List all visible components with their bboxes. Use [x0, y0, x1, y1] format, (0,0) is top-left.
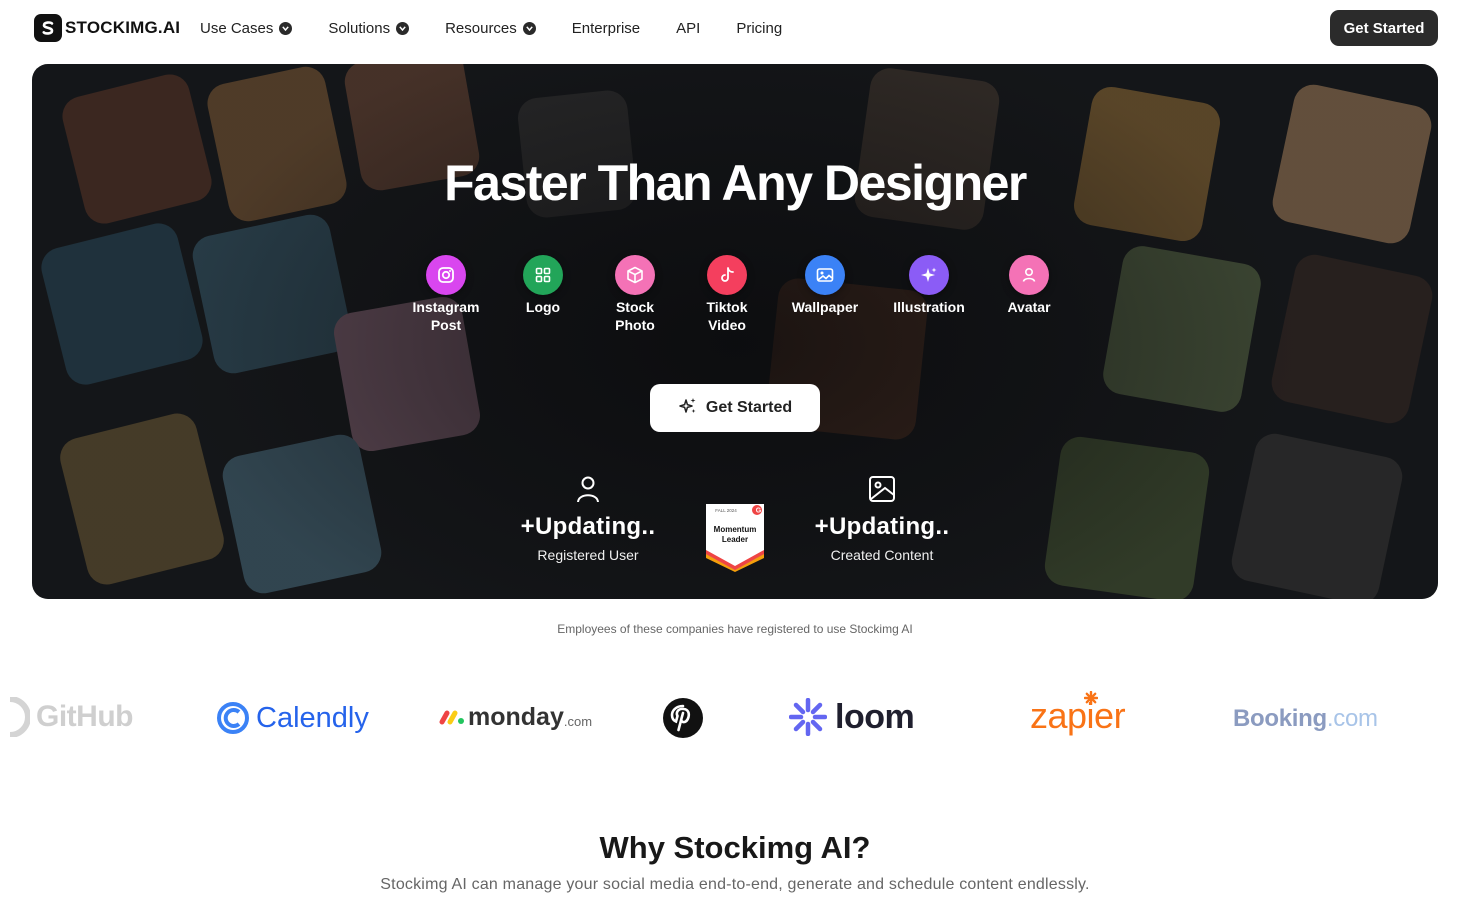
- box-icon: [615, 255, 655, 295]
- main-menu: Use Cases Solutions Resources Enterprise…: [200, 17, 818, 39]
- calendly-logo: Calendly: [216, 699, 369, 737]
- stat-label: Created Content: [830, 547, 934, 563]
- zapier-logo: zapier: [1030, 690, 1126, 740]
- menu-api[interactable]: API: [676, 20, 700, 37]
- category-avatar[interactable]: Avatar: [984, 255, 1074, 316]
- menu-label: Use Cases: [200, 19, 274, 37]
- pinterest-logo: [662, 697, 704, 744]
- menu-pricing[interactable]: Pricing: [736, 20, 782, 37]
- chevron-down-icon: [522, 21, 536, 35]
- monday-wordmark: monday: [468, 702, 564, 731]
- zapier-asterisk-icon: [1083, 690, 1099, 710]
- hero-get-started-button[interactable]: Get Started: [650, 384, 820, 432]
- category-logo[interactable]: Logo: [498, 255, 588, 316]
- category-label: Post: [430, 317, 462, 333]
- hero-cta-label: Get Started: [705, 399, 793, 416]
- stat-value: +Updating..: [520, 513, 656, 540]
- booking-domain: .com: [1326, 705, 1378, 732]
- category-label: Wallpaper: [791, 299, 859, 315]
- hero-section: Faster Than Any Designer Instagram Post …: [32, 64, 1438, 599]
- sparkles-icon: [678, 396, 698, 421]
- sparkle-icon: [909, 255, 949, 295]
- badge-line2: Leader: [722, 535, 748, 544]
- image-icon: [805, 255, 845, 295]
- chevron-down-icon: [279, 21, 293, 35]
- logo-text: STOCKIMG.AI: [65, 18, 181, 37]
- menu-label: Enterprise: [571, 19, 641, 37]
- menu-label: API: [676, 19, 701, 37]
- monday-domain: .com: [563, 713, 593, 729]
- category-instagram-post[interactable]: Instagram Post: [401, 255, 491, 334]
- github-logo: GitHub: [0, 697, 133, 737]
- hero-title: Faster Than Any Designer: [444, 155, 1027, 211]
- stat-label: Registered User: [537, 547, 639, 563]
- image-outline-icon: [867, 476, 897, 508]
- github-wordmark: GitHub: [36, 700, 133, 733]
- pinterest-icon: [662, 697, 704, 744]
- category-stock-photo[interactable]: Stock Photo: [590, 255, 680, 334]
- stat-value: +Updating..: [814, 513, 950, 540]
- grid-icon: [523, 255, 563, 295]
- category-label: Avatar: [1007, 299, 1051, 315]
- top-navigation: STOCKIMG.AI Use Cases Solutions Resource…: [0, 0, 1470, 56]
- badge-brand-letter: G: [756, 508, 762, 515]
- category-label: Tiktok: [706, 299, 748, 315]
- tiktok-icon: [707, 255, 747, 295]
- booking-wordmark: Booking: [1233, 705, 1327, 732]
- monday-logo: monday .com: [438, 702, 592, 732]
- category-label: Illustration: [893, 299, 965, 315]
- logo-s-icon: [34, 14, 62, 42]
- category-tiktok-video[interactable]: Tiktok Video: [682, 255, 772, 334]
- user-icon: [1009, 255, 1049, 295]
- stat-registered-users: +Updating.. Registered User: [498, 474, 678, 563]
- loom-logo: loom: [789, 697, 915, 737]
- menu-enterprise[interactable]: Enterprise: [572, 20, 640, 37]
- menu-use-cases[interactable]: Use Cases: [200, 19, 293, 37]
- stat-created-content: +Updating.. Created Content: [792, 474, 972, 563]
- chevron-down-icon: [396, 21, 410, 35]
- menu-label: Solutions: [328, 19, 391, 37]
- category-label: Photo: [615, 317, 655, 333]
- nav-get-started-button[interactable]: Get Started: [1330, 10, 1438, 46]
- category-illustration[interactable]: Illustration: [884, 255, 974, 316]
- menu-label: Resources: [445, 19, 517, 37]
- zapier-wordmark: zapier: [1030, 695, 1126, 736]
- why-section-title: Why Stockimg AI?: [599, 830, 871, 865]
- instagram-icon: [426, 255, 466, 295]
- menu-label: Pricing: [736, 19, 783, 37]
- badge-line1: Momentum: [714, 525, 757, 534]
- menu-resources[interactable]: Resources: [445, 20, 536, 37]
- category-label: Video: [708, 317, 746, 333]
- menu-solutions[interactable]: Solutions: [328, 19, 410, 37]
- category-label: Logo: [525, 299, 561, 315]
- category-label: Instagram: [412, 299, 480, 315]
- booking-logo: Booking .com: [1233, 704, 1378, 734]
- companies-caption: Employees of these companies have regist…: [557, 622, 913, 636]
- loom-wordmark: loom: [835, 697, 915, 736]
- why-section-subtitle: Stockimg AI can manage your social media…: [380, 876, 1090, 893]
- category-label: Stock: [615, 299, 655, 315]
- brand-logo[interactable]: STOCKIMG.AI: [34, 14, 180, 42]
- user-outline-icon: [575, 476, 601, 508]
- badge-season: FALL 2024: [715, 508, 737, 513]
- calendly-wordmark: Calendly: [256, 701, 369, 734]
- category-wallpaper[interactable]: Wallpaper: [780, 255, 870, 316]
- g2-momentum-leader-badge: G FALL 2024 Momentum Leader: [704, 502, 766, 572]
